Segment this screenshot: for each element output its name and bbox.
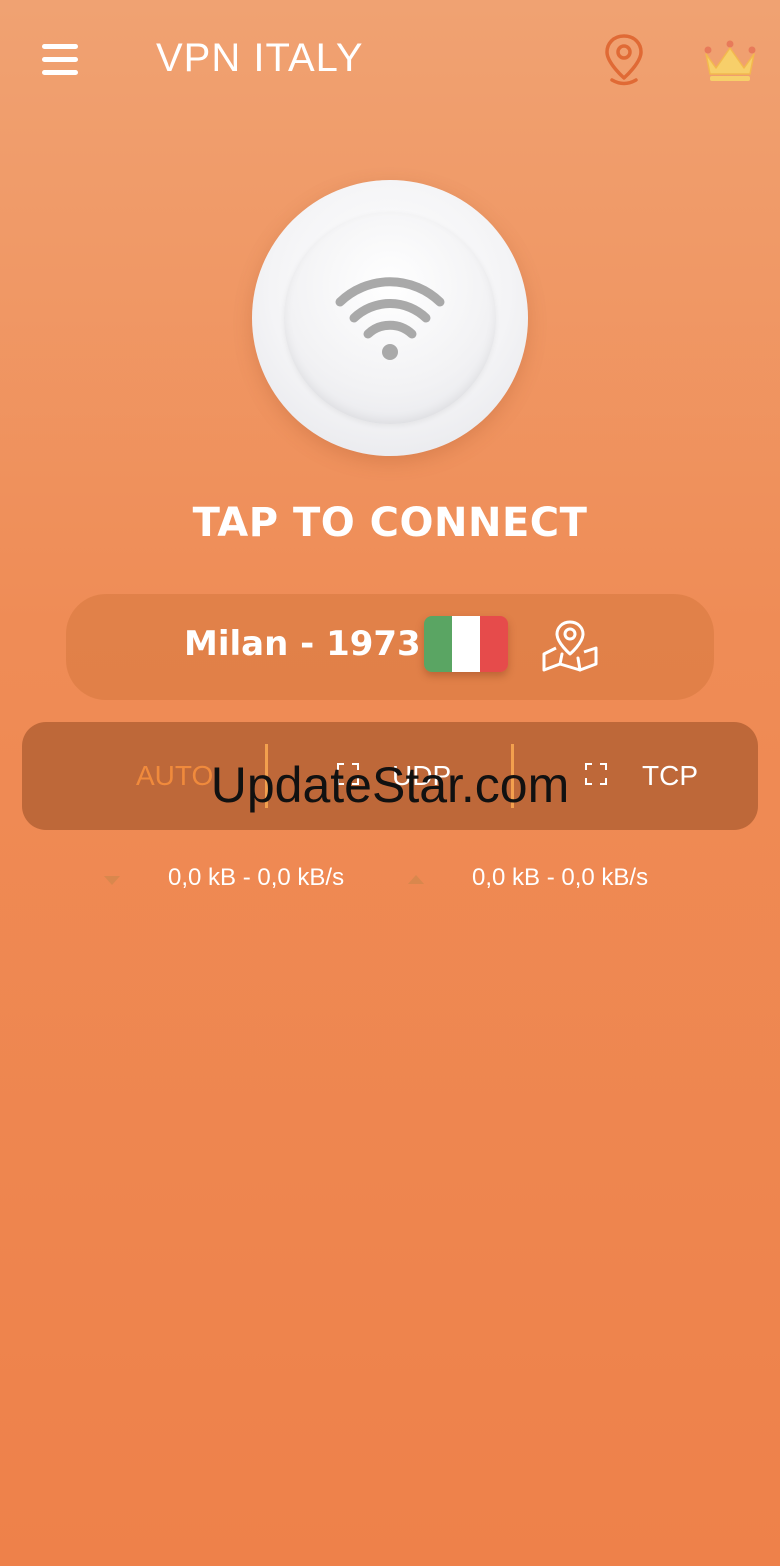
protocol-option-udp[interactable]: UDP (268, 722, 512, 830)
download-stats: 0,0 kB - 0,0 kB/s (168, 864, 345, 891)
server-selector[interactable]: Milan - 1973 (66, 594, 714, 700)
app-bar: VPN ITALY (0, 0, 780, 120)
map-pin-icon[interactable] (540, 618, 600, 674)
italy-flag-icon (424, 616, 508, 672)
unchecked-box-icon (585, 763, 607, 785)
unchecked-box-icon (337, 763, 359, 785)
connect-button[interactable] (252, 180, 528, 456)
upload-arrow-icon (408, 875, 424, 884)
protocol-option-auto[interactable]: AUTO (22, 722, 266, 830)
wifi-icon (334, 268, 446, 364)
protocol-selector: AUTO UDP TCP (22, 722, 758, 830)
protocol-label-udp: UDP (392, 760, 452, 791)
protocol-label-tcp: TCP (642, 760, 698, 791)
protocol-label-auto: AUTO (136, 760, 214, 791)
location-pin-icon[interactable] (600, 32, 648, 88)
upload-stats: 0,0 kB - 0,0 kB/s (472, 864, 649, 891)
connect-button-inner (284, 212, 496, 424)
hamburger-menu-icon[interactable] (40, 40, 82, 80)
protocol-option-tcp[interactable]: TCP (514, 722, 758, 830)
server-name: Milan - 1973 (184, 624, 421, 664)
download-arrow-icon (104, 876, 120, 885)
app-title: VPN ITALY (156, 36, 364, 80)
crown-icon[interactable] (700, 38, 760, 86)
tap-to-connect-label: TAP TO CONNECT (192, 500, 588, 546)
traffic-stats: 0,0 kB - 0,0 kB/s 0,0 kB - 0,0 kB/s (0, 860, 780, 900)
